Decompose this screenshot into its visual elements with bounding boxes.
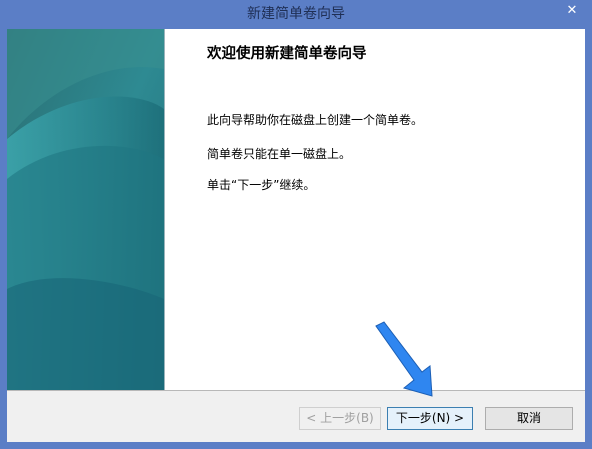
next-button[interactable]: 下一步(N) > [387,407,473,430]
title-bar[interactable]: 新建简单卷向导 ✕ [0,0,592,29]
cancel-button[interactable]: 取消 [485,407,573,430]
description-line-2: 简单卷只能在单一磁盘上。 [207,147,352,161]
wizard-side-banner [7,29,164,390]
page-heading: 欢迎使用新建简单卷向导 [207,46,367,62]
description-line-1: 此向导帮助你在磁盘上创建一个简单卷。 [207,113,424,127]
description-line-3: 单击“下一步”继续。 [207,178,316,192]
back-button[interactable]: < 上一步(B) [299,407,381,430]
wizard-client-area: 欢迎使用新建简单卷向导 此向导帮助你在磁盘上创建一个简单卷。 简单卷只能在单一磁… [7,29,585,442]
wizard-content: 欢迎使用新建简单卷向导 此向导帮助你在磁盘上创建一个简单卷。 简单卷只能在单一磁… [165,29,585,390]
close-icon: ✕ [566,3,578,18]
close-button[interactable]: ✕ [558,0,586,21]
wizard-footer: < 上一步(B) 下一步(N) > 取消 [7,391,585,442]
banner-graphic [7,29,164,390]
wizard-window: 新建简单卷向导 ✕ 欢迎使用新建简单卷向导 此向导帮助你在磁盘上创建一个简单卷。… [0,0,592,449]
window-title: 新建简单卷向导 [247,6,345,22]
